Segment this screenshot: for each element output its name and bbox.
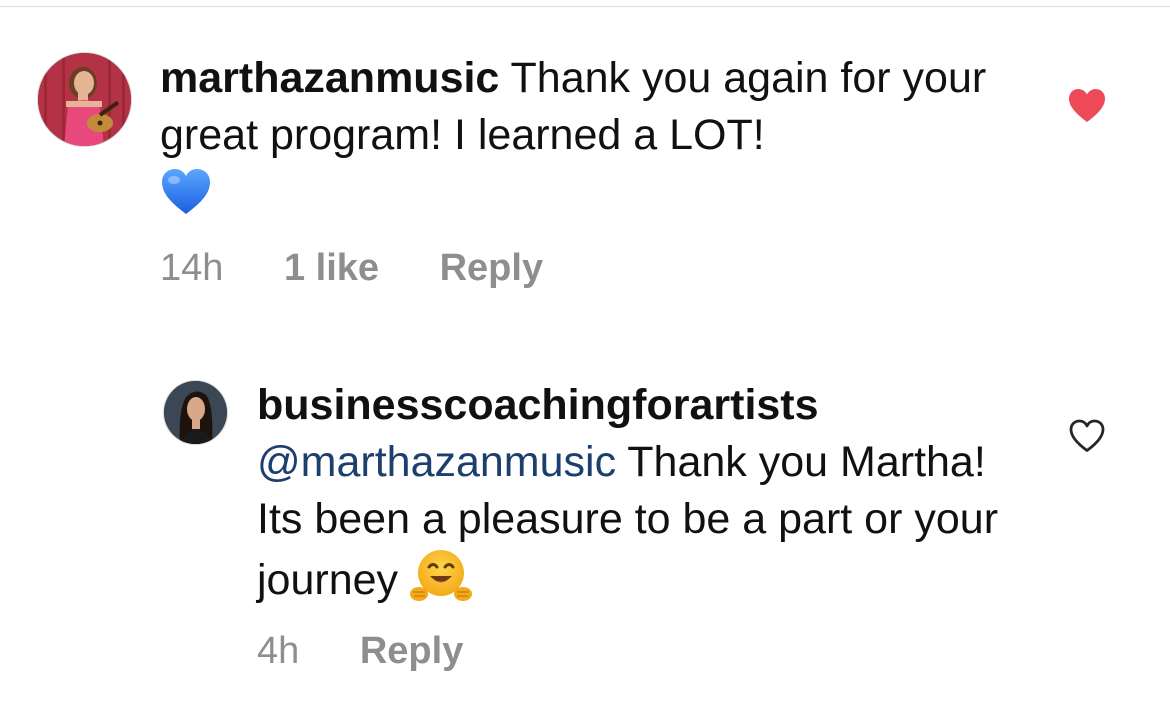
reply-username[interactable]: businesscoachingforartists <box>257 381 819 429</box>
comment-timestamp[interactable]: 14h <box>160 245 223 291</box>
commenter-avatar[interactable] <box>37 52 132 147</box>
like-heart-icon-outline[interactable] <box>1069 419 1105 453</box>
comment-meta: 14h 1 like Reply <box>160 245 543 291</box>
top-divider <box>0 6 1170 7</box>
reply-avatar[interactable] <box>163 380 228 445</box>
comment-text-block: marthazanmusic Thank you again for your … <box>160 50 1040 221</box>
reply-text-block: businesscoachingforartists @marthazanmus… <box>257 377 1037 609</box>
comment-reply-button[interactable]: Reply <box>440 245 543 291</box>
comment-username[interactable]: marthazanmusic <box>160 54 499 102</box>
reply-reply-button[interactable]: Reply <box>360 628 463 674</box>
comment-like-count[interactable]: 1 like <box>284 245 379 291</box>
reply-mention-link[interactable]: @marthazanmusic <box>257 438 616 486</box>
reply-meta: 4h Reply <box>257 628 463 674</box>
blue-heart-emoji <box>160 168 212 216</box>
reply-timestamp[interactable]: 4h <box>257 628 299 674</box>
hugging-face-emoji <box>409 548 472 604</box>
like-heart-icon-filled[interactable] <box>1068 88 1106 124</box>
